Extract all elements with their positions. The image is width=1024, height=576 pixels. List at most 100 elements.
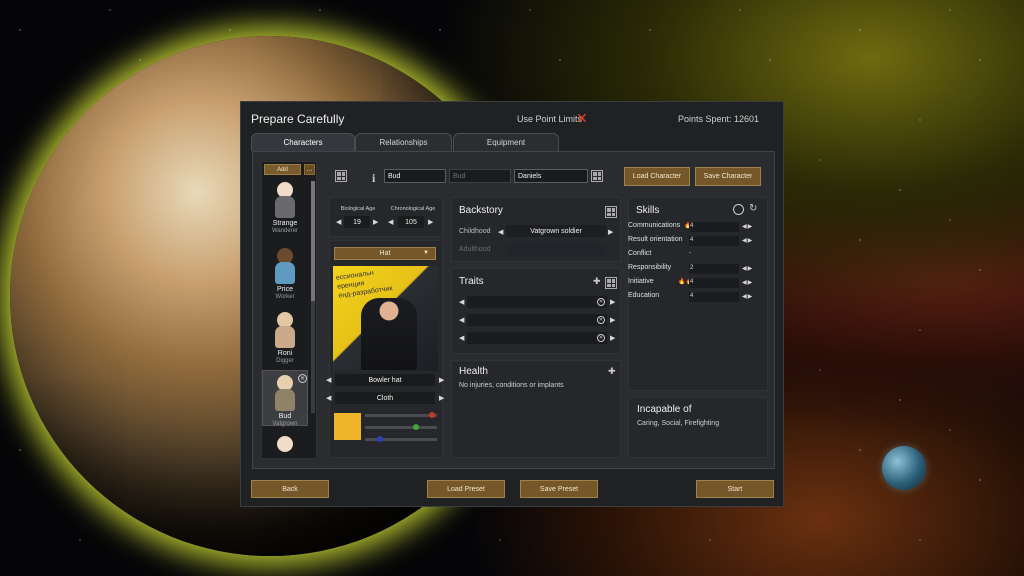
trait-slot-1[interactable]: ✕ bbox=[467, 296, 607, 308]
tab-relationships[interactable]: Relationships bbox=[355, 133, 452, 151]
character-name: Roni bbox=[277, 350, 293, 357]
save-preset-button[interactable]: Save Preset bbox=[520, 480, 598, 498]
character-name: Price bbox=[277, 286, 293, 293]
character-entry-bud[interactable]: Bud Vatgrown ✕ bbox=[262, 370, 308, 427]
apparel-item-next[interactable]: ▶ bbox=[439, 376, 444, 384]
chevron-down-icon: ▼ bbox=[423, 250, 429, 256]
remove-character-icon[interactable]: ✕ bbox=[298, 374, 307, 383]
childhood-previous[interactable]: ◀ bbox=[498, 228, 503, 236]
first-name-field[interactable]: Bud bbox=[384, 169, 446, 183]
skill-level-bar[interactable]: 4 bbox=[689, 236, 739, 246]
add-health-condition-icon[interactable]: ✚ bbox=[608, 366, 616, 377]
add-character-button[interactable]: Add bbox=[264, 164, 301, 175]
chronological-age-value: 105 bbox=[398, 216, 424, 228]
start-button[interactable]: Start bbox=[696, 480, 774, 498]
trait-slot-2[interactable]: ✕ bbox=[467, 314, 607, 326]
apparel-material-field: Cloth bbox=[335, 392, 435, 404]
randomize-name-icon[interactable] bbox=[591, 170, 603, 182]
childhood-value[interactable]: Vatgrown soldier bbox=[506, 225, 606, 237]
character-list: Add ... Strange Wanderer Price Worker Ro… bbox=[261, 161, 317, 459]
biological-age-increase[interactable]: ▶ bbox=[373, 218, 378, 226]
trait-previous[interactable]: ◀ bbox=[459, 316, 464, 324]
adulthood-value bbox=[506, 243, 606, 255]
randomize-appearance-icon[interactable] bbox=[335, 170, 347, 182]
trait-previous[interactable]: ◀ bbox=[459, 334, 464, 342]
character-entry-partial[interactable] bbox=[262, 436, 308, 458]
points-spent: Points Spent: 12601 bbox=[677, 114, 759, 124]
trait-previous[interactable]: ◀ bbox=[459, 298, 464, 306]
character-entry-roni[interactable]: Roni Digger bbox=[262, 312, 308, 365]
color-slider-red[interactable] bbox=[365, 412, 437, 418]
skill-label: Responsibility bbox=[628, 264, 672, 271]
use-point-limits-label: Use Point Limits bbox=[517, 114, 583, 124]
skill-level-bar[interactable]: 4 bbox=[689, 222, 739, 232]
prepare-carefully-window: Prepare Carefully Use Point Limits ✕ Poi… bbox=[240, 101, 784, 507]
color-slider-green[interactable] bbox=[365, 424, 437, 430]
last-name-field[interactable]: Daniels bbox=[514, 169, 588, 183]
slider-knob[interactable] bbox=[429, 412, 435, 418]
photo-person bbox=[361, 298, 417, 370]
character-role: Worker bbox=[275, 294, 295, 300]
scrollbar-thumb[interactable] bbox=[311, 181, 315, 301]
character-entry-price[interactable]: Price Worker bbox=[262, 248, 308, 301]
apparel-item-previous[interactable]: ◀ bbox=[326, 376, 331, 384]
skill-adjust-arrows[interactable]: ◀▶ bbox=[742, 223, 753, 230]
save-character-button[interactable]: Save Character bbox=[695, 167, 761, 186]
apparel-color-swatch[interactable] bbox=[334, 413, 361, 440]
adulthood-label: Adulthood bbox=[459, 246, 491, 253]
skills-list: Communications 🔥 4 ◀▶ Result orientation… bbox=[622, 222, 768, 332]
tab-characters[interactable]: Characters bbox=[251, 133, 355, 151]
tab-equipment[interactable]: Equipment bbox=[453, 133, 559, 151]
nickname-field[interactable]: Bud bbox=[449, 169, 511, 183]
chronological-age-decrease[interactable]: ◀ bbox=[388, 218, 393, 226]
character-portrait-photo: ессиональн еренция енд-разработчик bbox=[333, 266, 438, 371]
chronological-age-increase[interactable]: ▶ bbox=[428, 218, 433, 226]
load-preset-button[interactable]: Load Preset bbox=[427, 480, 505, 498]
character-role: Vatgrown bbox=[272, 421, 298, 427]
skill-adjust-arrows[interactable]: ◀▶ bbox=[742, 237, 753, 244]
biological-age-decrease[interactable]: ◀ bbox=[336, 218, 341, 226]
character-role: Digger bbox=[276, 358, 294, 364]
trait-next[interactable]: ▶ bbox=[610, 334, 615, 342]
skill-adjust-arrows[interactable]: ◀▶ bbox=[742, 293, 753, 300]
add-trait-icon[interactable]: ✚ bbox=[593, 276, 601, 287]
trait-slot-3[interactable]: ✕ bbox=[467, 332, 607, 344]
character-portrait bbox=[273, 375, 297, 413]
reset-skills-icon[interactable]: ↻ bbox=[749, 203, 757, 214]
apparel-layer-label: Hat bbox=[379, 250, 391, 257]
skill-level-bar[interactable]: 4 bbox=[689, 292, 739, 302]
skills-title: Skills bbox=[636, 205, 660, 216]
load-character-button[interactable]: Load Character bbox=[624, 167, 690, 186]
slider-knob[interactable] bbox=[413, 424, 419, 430]
back-button[interactable]: Back bbox=[251, 480, 329, 498]
apparel-material-previous[interactable]: ◀ bbox=[326, 394, 331, 402]
point-limits-toggle-x-icon[interactable]: ✕ bbox=[576, 110, 588, 127]
character-list-scrollbar[interactable] bbox=[311, 181, 315, 413]
clear-skills-icon[interactable] bbox=[733, 204, 744, 215]
remove-trait-icon[interactable]: ✕ bbox=[597, 298, 605, 306]
trait-next[interactable]: ▶ bbox=[610, 316, 615, 324]
character-entry-strange[interactable]: Strange Wanderer bbox=[262, 182, 308, 235]
color-slider-blue[interactable] bbox=[365, 436, 437, 442]
skill-label: Initiative bbox=[628, 278, 654, 285]
randomize-backstory-icon[interactable] bbox=[605, 206, 617, 218]
apparel-material-next[interactable]: ▶ bbox=[439, 394, 444, 402]
apparel-layer-dropdown[interactable]: Hat ▼ bbox=[334, 247, 436, 260]
info-icon[interactable]: i bbox=[372, 171, 375, 186]
skill-level-bar[interactable]: 4 bbox=[689, 278, 739, 288]
character-name: Strange bbox=[272, 220, 298, 227]
traits-title: Traits bbox=[459, 276, 484, 287]
characters-panel: Add ... Strange Wanderer Price Worker Ro… bbox=[252, 151, 775, 469]
remove-trait-icon[interactable]: ✕ bbox=[597, 316, 605, 324]
skill-level-bar[interactable]: 2 bbox=[689, 264, 739, 274]
skill-adjust-arrows[interactable]: ◀▶ bbox=[742, 279, 753, 286]
childhood-label: Childhood bbox=[459, 228, 491, 235]
randomize-traits-icon[interactable] bbox=[605, 277, 617, 289]
add-character-options-button[interactable]: ... bbox=[304, 164, 315, 175]
slider-knob[interactable] bbox=[377, 436, 383, 442]
trait-next[interactable]: ▶ bbox=[610, 298, 615, 306]
childhood-next[interactable]: ▶ bbox=[608, 228, 613, 236]
health-title: Health bbox=[459, 366, 488, 377]
remove-trait-icon[interactable]: ✕ bbox=[597, 334, 605, 342]
skill-adjust-arrows[interactable]: ◀▶ bbox=[742, 265, 753, 272]
